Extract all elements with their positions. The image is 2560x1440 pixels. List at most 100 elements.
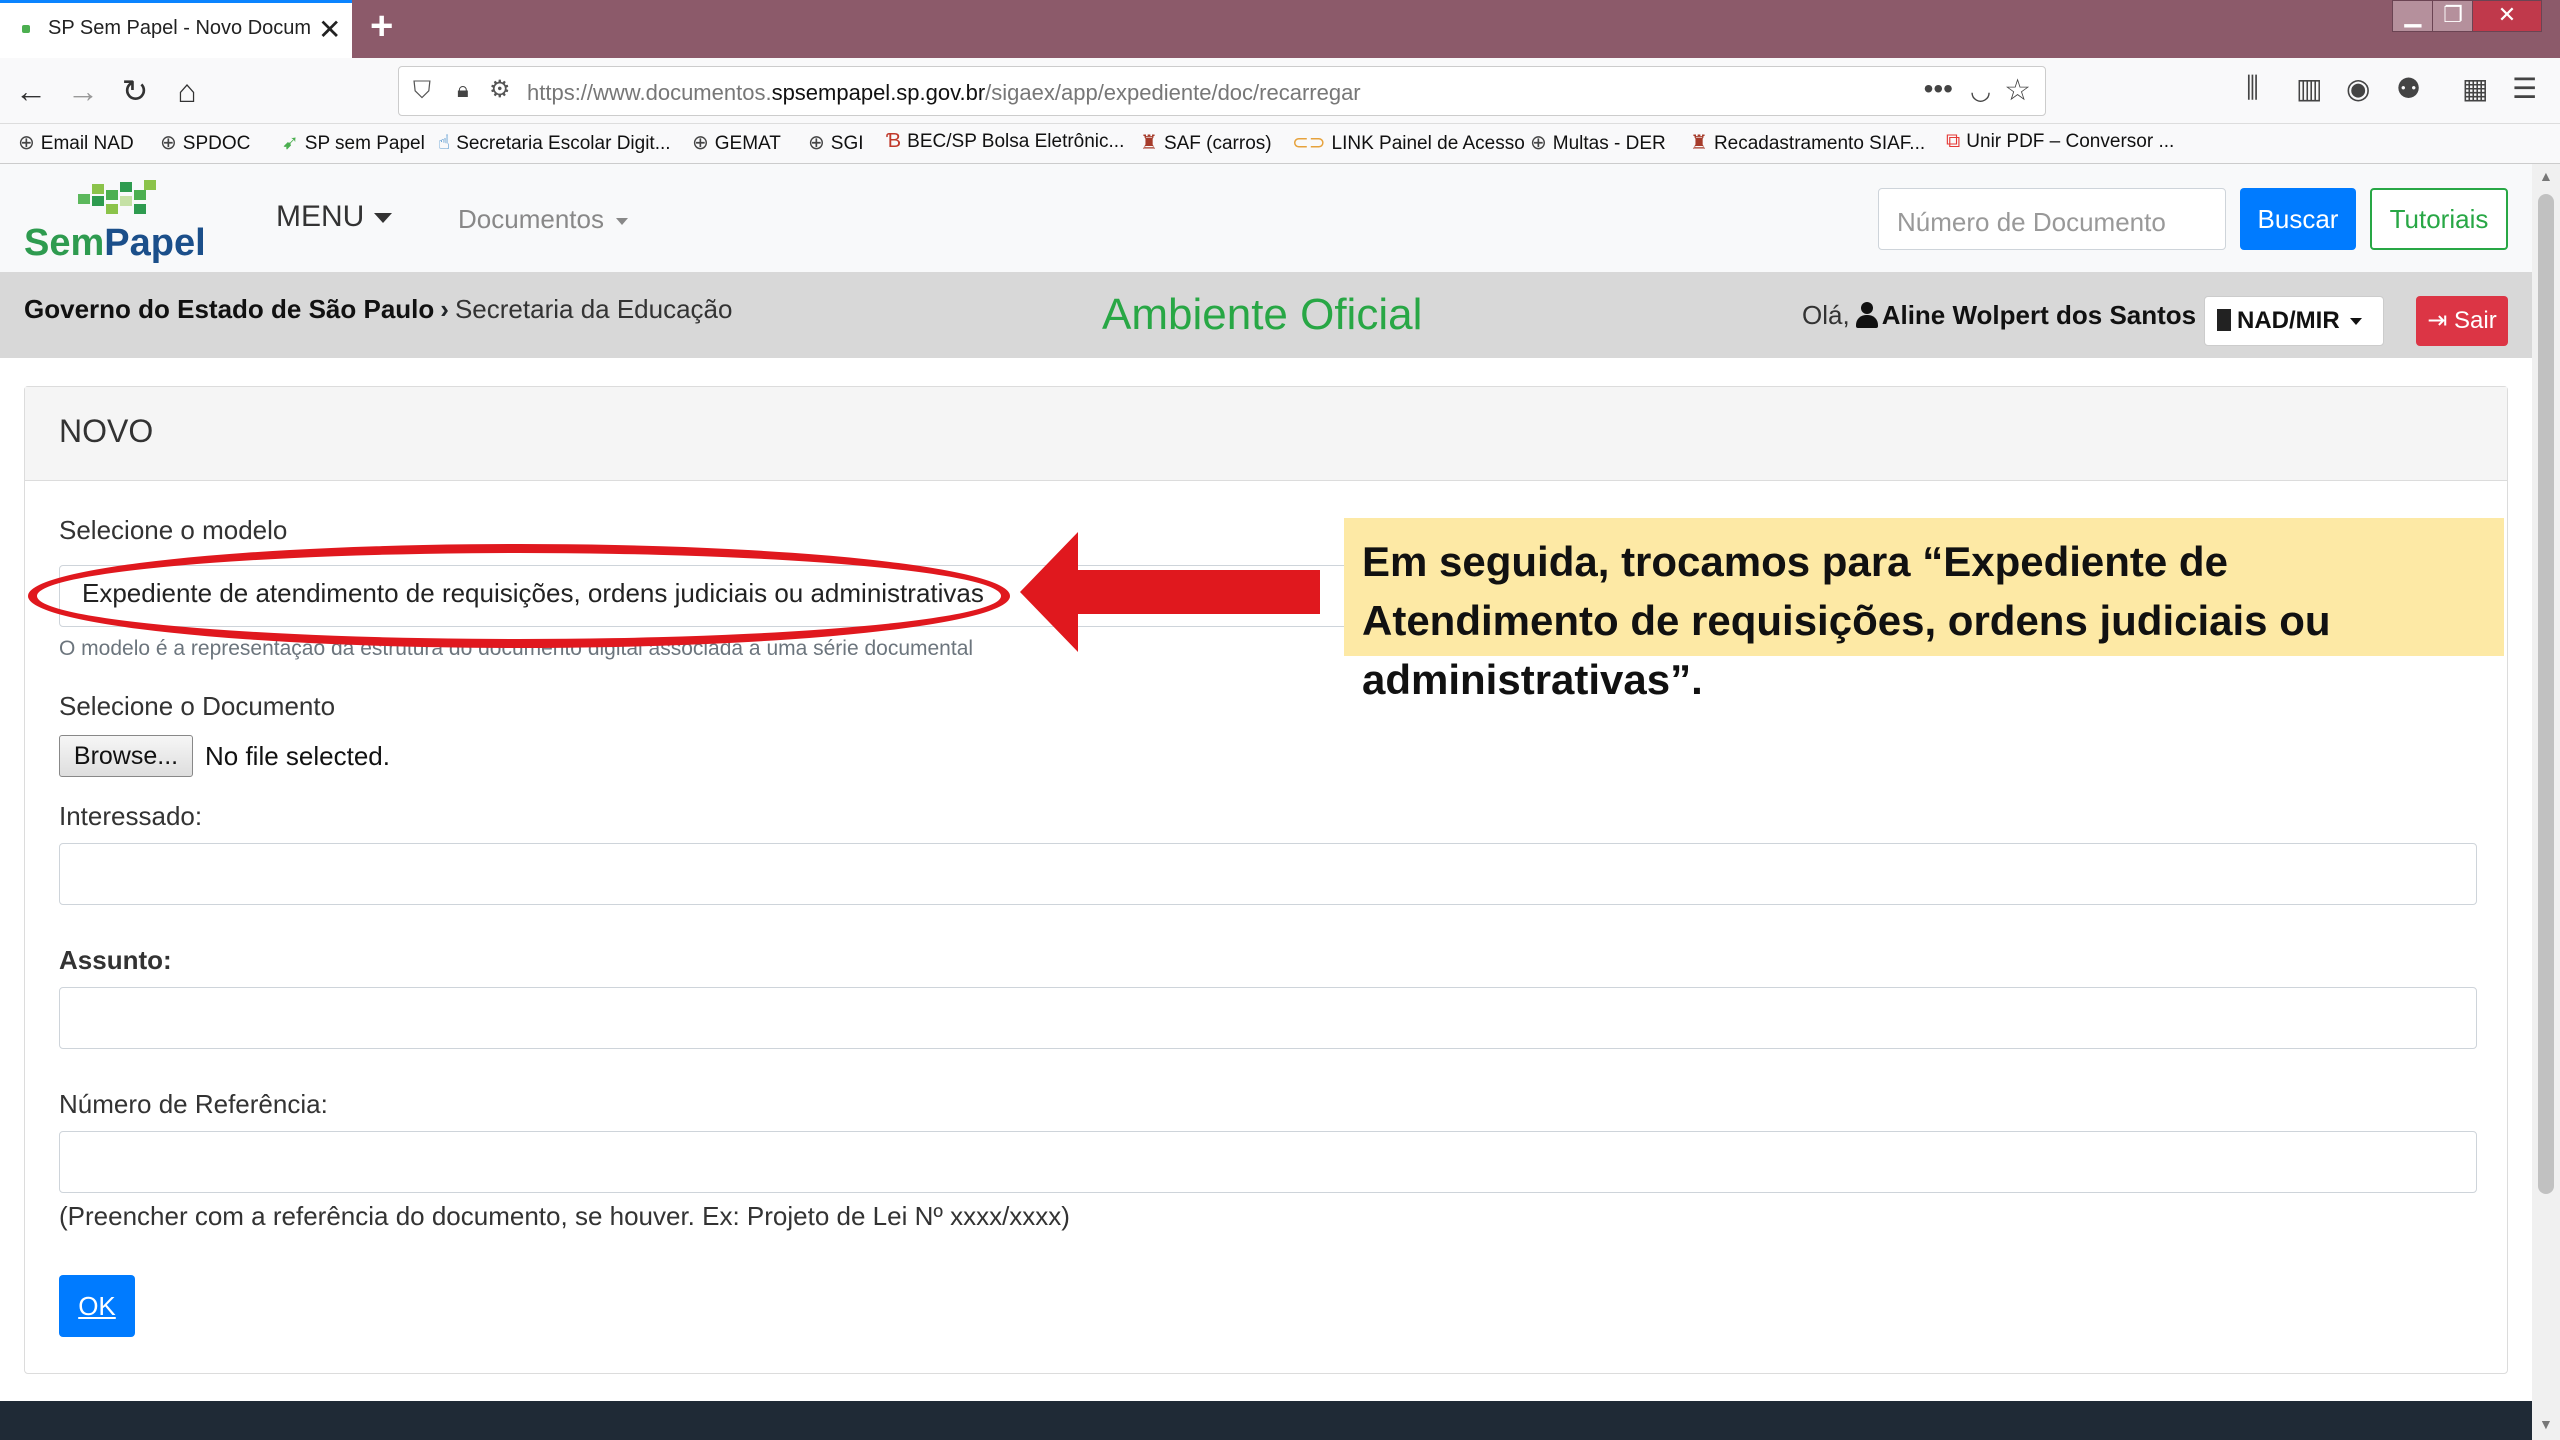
browser-toolbar: ← → ↻ ⌂ ⛉ 🔒︎ ⚙ https://www.documentos.sp… <box>0 58 2560 124</box>
context-bar: Governo do Estado de São Paulo › Secretari… <box>0 272 2532 358</box>
document-label: Selecione o Documento <box>59 691 336 721</box>
user-name: Aline Wolpert dos Santos <box>1881 300 2197 330</box>
ok-button[interactable]: OK <box>59 1275 135 1337</box>
tutorials-button[interactable]: Tutoriais <box>2370 188 2508 250</box>
breadcrumb: Governo do Estado de São Paulo › Secretari… <box>24 294 732 325</box>
hamburger-menu-icon[interactable]: ☰ <box>2512 72 2537 105</box>
logout-button[interactable]: ⇥ Sair <box>2416 296 2508 346</box>
bookmark-item[interactable]: ☝ Secretaria Escolar Digit... <box>438 130 671 155</box>
document-number-input[interactable]: Número de Documento <box>1878 188 2226 250</box>
hand-icon: ☝ <box>438 132 451 154</box>
site-header: SemPapel MENU Documentos Número de Docum… <box>0 164 2532 272</box>
greeting-text: Olá, <box>1802 300 1850 330</box>
globe-icon: ⊕ <box>808 132 825 154</box>
browser-tab-bar: SP Sem Papel - Novo Documento ✕ + ▁ ❐ ✕ <box>0 0 2560 58</box>
sempapel-logo[interactable]: SemPapel <box>24 176 206 266</box>
bookmark-item[interactable]: ⊕ Multas - DER <box>1530 130 1666 155</box>
sign-out-icon: ⇥ <box>2427 307 2455 334</box>
browser-tab-active[interactable]: SP Sem Papel - Novo Documento ✕ <box>0 0 352 58</box>
logo-mosaic-icon <box>72 180 156 220</box>
card-header: NOVO <box>25 387 2507 481</box>
library-icon[interactable]: ⫼ <box>2246 72 2259 105</box>
tab-close-icon[interactable]: ✕ <box>318 13 341 46</box>
globe-icon: ⊕ <box>1530 132 1547 154</box>
model-label: Selecione o modelo <box>59 515 288 545</box>
page-footer <box>0 1401 2532 1440</box>
pdf-icon: ⧉ <box>1946 130 1961 152</box>
globe-icon: ⊕ <box>18 132 35 154</box>
file-status: No file selected. <box>205 741 390 771</box>
bec-icon: Ɓ <box>886 130 902 152</box>
breadcrumb-separator-icon: › <box>440 294 449 324</box>
new-tab-button[interactable]: + <box>370 4 393 49</box>
breadcrumb-government: Governo do Estado de São Paulo <box>24 294 435 324</box>
bookmark-item[interactable]: ⊕ Email NAD <box>18 130 134 155</box>
page-scrollbar[interactable]: ▲ ▼ <box>2532 164 2560 1440</box>
page-actions-icon[interactable]: ••• <box>1924 73 1953 105</box>
referencia-label: Número de Referência: <box>59 1089 328 1119</box>
minimize-window-button[interactable]: ▁ <box>2392 0 2434 32</box>
building-icon <box>2217 309 2231 331</box>
address-bar[interactable]: ⛉ 🔒︎ ⚙ https://www.documentos.spsempapel… <box>398 66 2046 116</box>
leaf-icon: ➹ <box>282 132 299 154</box>
globe-icon: ⊕ <box>160 132 177 154</box>
seal-icon: ♜ <box>1690 132 1708 154</box>
lock-icon[interactable]: 🔒︎ <box>457 77 469 103</box>
pointer-arrow-icon <box>1020 532 1320 652</box>
main-menu-dropdown[interactable]: MENU <box>276 200 392 234</box>
environment-title: Ambiente Oficial <box>1102 290 1423 339</box>
user-icon <box>1855 302 1878 328</box>
globe-icon: ⊕ <box>692 132 709 154</box>
scroll-down-icon[interactable]: ▼ <box>2539 1416 2553 1432</box>
assunto-label: Assunto: <box>59 945 172 975</box>
permissions-icon[interactable]: ⚙ <box>489 75 511 104</box>
home-icon[interactable]: ⌂ <box>166 70 208 112</box>
back-arrow-icon[interactable]: ← <box>10 70 52 112</box>
logo-wordmark: SemPapel <box>24 222 206 264</box>
bookmark-item[interactable]: ⧉ Unir PDF – Conversor ... <box>1946 130 2174 153</box>
bookmark-item[interactable]: ⊂⊃ LINK Painel de Acesso <box>1292 130 1525 155</box>
web-page: SemPapel MENU Documentos Número de Docum… <box>0 164 2532 1440</box>
sidebar-icon[interactable]: ▥ <box>2296 72 2322 105</box>
bookmark-item[interactable]: Ɓ BEC/SP Bolsa Eletrônic... <box>886 130 1124 153</box>
referencia-help-text: (Preencher com a referência do documento… <box>59 1201 1070 1231</box>
unit-dropdown[interactable]: NAD/MIR <box>2204 296 2384 346</box>
scroll-up-icon[interactable]: ▲ <box>2539 168 2553 184</box>
tab-favicon-icon <box>22 25 30 33</box>
bookmark-item[interactable]: ➹ SP sem Papel <box>282 130 425 155</box>
documents-dropdown[interactable]: Documentos <box>458 204 628 235</box>
close-window-button[interactable]: ✕ <box>2472 0 2542 32</box>
user-greeting: Olá, Aline Wolpert dos Santos <box>1802 300 2196 331</box>
referencia-field[interactable] <box>59 1131 2477 1193</box>
highlight-ellipse <box>28 544 1010 648</box>
bookmark-item[interactable]: ⊕ SPDOC <box>160 130 250 155</box>
bookmark-item[interactable]: ♜ Recadastramento SIAF... <box>1690 130 1925 155</box>
forward-arrow-icon[interactable]: → <box>62 70 104 112</box>
browse-button[interactable]: Browse... <box>59 735 193 777</box>
breadcrumb-secretariat: Secretaria da Educação <box>454 294 733 324</box>
tracking-shield-icon[interactable]: ⛉ <box>413 77 431 105</box>
bookmarks-bar: ⊕ Email NAD ⊕ SPDOC ➹ SP sem Papel ☝ Secreta… <box>0 124 2560 164</box>
card-title: NOVO <box>59 413 154 449</box>
annotation-callout: Em seguida, trocamos para “Expediente de… <box>1344 518 2504 703</box>
tab-title: SP Sem Papel - Novo Documento <box>48 17 310 39</box>
interessado-field[interactable] <box>59 843 2477 905</box>
interessado-label: Interessado: <box>59 801 203 831</box>
account-icon[interactable]: ◉ <box>2346 72 2370 105</box>
bookmark-item[interactable]: ⊕ GEMAT <box>692 130 781 155</box>
pocket-icon[interactable]: ◡ <box>1970 77 1991 106</box>
seal-icon: ♜ <box>1140 132 1158 154</box>
gift-icon[interactable]: ▦ <box>2462 72 2488 105</box>
url-text[interactable]: https://www.documentos.spsempapel.sp.gov… <box>527 80 1361 106</box>
scrollbar-thumb[interactable] <box>2538 194 2554 1194</box>
restore-window-button[interactable]: ❐ <box>2432 0 2474 32</box>
extension-icon[interactable]: ⚉ <box>2396 72 2421 105</box>
bookmark-item[interactable]: ⊕ SGI <box>808 130 864 155</box>
assunto-field[interactable] <box>59 987 2477 1049</box>
caret-down-icon <box>2349 318 2362 326</box>
search-button[interactable]: Buscar <box>2240 188 2356 250</box>
bookmark-star-icon[interactable]: ☆ <box>2004 73 2031 108</box>
link-icon: ⊂⊃ <box>1292 132 1326 154</box>
reload-icon[interactable]: ↻ <box>114 70 156 112</box>
bookmark-item[interactable]: ♜ SAF (carros) <box>1140 130 1272 155</box>
